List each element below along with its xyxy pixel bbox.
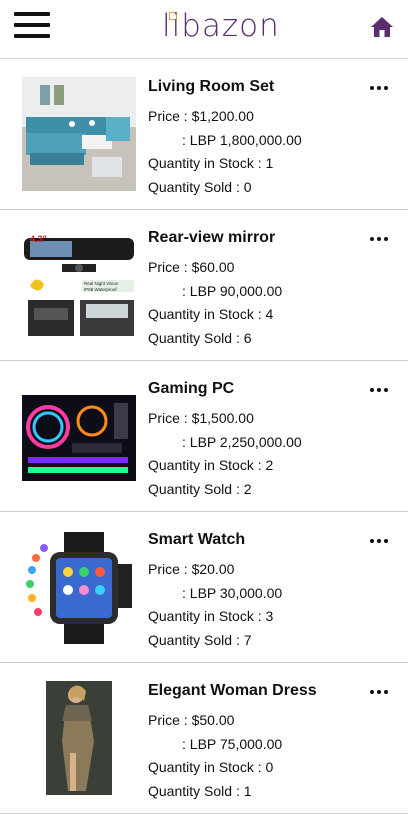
lbp-label: : LBP xyxy=(182,131,220,148)
stock-row: Quantity in Stock : 4 xyxy=(148,303,368,327)
sold-row: Quantity Sold : 7 xyxy=(148,629,368,653)
product-name: Rear-view mirror xyxy=(148,229,276,246)
product-image-gaming-pc[interactable] xyxy=(22,379,136,493)
price-label: Price : xyxy=(148,712,192,728)
more-options-icon[interactable] xyxy=(370,530,392,543)
product-card[interactable]: Smart Watch Price : $20.00 : LBP 30,000.… xyxy=(0,512,408,663)
sold-row: Quantity Sold : 0 xyxy=(148,176,368,200)
product-card[interactable]: Elegant Woman Dress Price : $50.00 : LBP… xyxy=(0,663,408,814)
stock-label: Quantity in Stock : xyxy=(148,306,266,322)
sold-row: Quantity Sold : 2 xyxy=(148,478,368,502)
sold-label: Quantity Sold : xyxy=(148,178,244,195)
price-usd: $50.00 xyxy=(191,712,235,728)
sold-label: Quantity Sold : xyxy=(148,631,244,648)
product-name: Smart Watch xyxy=(148,531,246,548)
price-usd: $1,500.00 xyxy=(191,410,254,426)
stock-value: 2 xyxy=(265,457,274,473)
more-options-icon[interactable] xyxy=(370,681,392,694)
price-usd: $60.00 xyxy=(191,259,235,275)
price-lbp-row: : LBP 30,000.00 xyxy=(148,582,368,606)
product-card[interactable]: 4.3" Real Night Vision IP68 Waterproof R… xyxy=(0,210,408,361)
price-row: Price : $50.00 xyxy=(148,709,368,733)
price-lbp: 30,000.00 xyxy=(219,584,283,601)
lbp-label: : LBP xyxy=(182,282,220,299)
sold-row: Quantity Sold : 6 xyxy=(148,327,368,351)
stock-row: Quantity in Stock : 1 xyxy=(148,152,368,176)
stock-value: 3 xyxy=(265,608,274,624)
stock-label: Quantity in Stock : xyxy=(148,759,266,775)
stock-value: 4 xyxy=(265,306,274,322)
price-lbp-row: : LBP 2,250,000.00 xyxy=(148,431,368,455)
sold-row: Quantity Sold : 1 xyxy=(148,780,368,804)
product-name: Elegant Woman Dress xyxy=(148,682,317,699)
sold-label: Quantity Sold : xyxy=(148,480,244,497)
sold-value: 0 xyxy=(243,178,252,195)
more-options-icon[interactable] xyxy=(370,228,392,241)
stock-label: Quantity in Stock : xyxy=(148,608,266,624)
price-row: Price : $60.00 xyxy=(148,256,368,280)
price-lbp: 90,000.00 xyxy=(219,282,283,299)
product-image-smart-watch[interactable] xyxy=(22,530,136,644)
stock-row: Quantity in Stock : 0 xyxy=(148,756,368,780)
sold-value: 7 xyxy=(243,631,252,648)
product-image-elegant-woman-dress[interactable] xyxy=(22,681,136,795)
lbp-label: : LBP xyxy=(182,584,220,601)
product-name: Gaming PC xyxy=(148,380,235,397)
hamburger-icon[interactable] xyxy=(14,12,50,46)
sold-label: Quantity Sold : xyxy=(148,782,244,799)
price-label: Price : xyxy=(148,108,192,124)
product-image-rear-view-mirror[interactable]: 4.3" Real Night Vision IP68 Waterproof xyxy=(22,228,136,342)
stock-row: Quantity in Stock : 3 xyxy=(148,605,368,629)
product-name: Living Room Set xyxy=(148,78,275,95)
product-image-living-room-set[interactable] xyxy=(22,77,136,191)
price-row: Price : $20.00 xyxy=(148,558,368,582)
stock-label: Quantity in Stock : xyxy=(148,155,266,171)
product-card[interactable]: Gaming PC Price : $1,500.00 : LBP 2,250,… xyxy=(0,361,408,512)
price-lbp: 2,250,000.00 xyxy=(219,433,302,450)
price-row: Price : $1,500.00 xyxy=(148,407,368,431)
price-label: Price : xyxy=(148,561,192,577)
price-row: Price : $1,200.00 xyxy=(148,105,368,129)
home-icon[interactable] xyxy=(370,16,394,38)
lbp-label: : LBP xyxy=(182,735,220,752)
mirror-size-text: 4.3" xyxy=(30,234,47,244)
product-list: Living Room Set Price : $1,200.00 : LBP … xyxy=(0,59,408,814)
night-vision-text: Real Night Vision xyxy=(84,281,119,286)
sold-value: 2 xyxy=(243,480,252,497)
price-lbp-row: : LBP 1,800,000.00 xyxy=(148,129,368,153)
sold-value: 1 xyxy=(243,782,252,799)
lbp-label: : LBP xyxy=(182,433,220,450)
app-bar: libazon xyxy=(0,0,408,59)
price-usd: $20.00 xyxy=(191,561,235,577)
price-lbp-row: : LBP 75,000.00 xyxy=(148,733,368,757)
sold-label: Quantity Sold : xyxy=(148,329,244,346)
price-usd: $1,200.00 xyxy=(191,108,254,124)
stock-label: Quantity in Stock : xyxy=(148,457,266,473)
stock-value: 0 xyxy=(265,759,274,775)
product-card[interactable]: Living Room Set Price : $1,200.00 : LBP … xyxy=(0,59,408,210)
app-logo[interactable]: libazon xyxy=(162,8,280,44)
more-options-icon[interactable] xyxy=(370,379,392,392)
price-lbp: 75,000.00 xyxy=(219,735,283,752)
stock-row: Quantity in Stock : 2 xyxy=(148,454,368,478)
sold-value: 6 xyxy=(243,329,252,346)
price-lbp-row: : LBP 90,000.00 xyxy=(148,280,368,304)
stock-value: 1 xyxy=(265,155,274,171)
price-label: Price : xyxy=(148,410,192,426)
price-label: Price : xyxy=(148,259,192,275)
price-lbp: 1,800,000.00 xyxy=(219,131,302,148)
waterproof-text: IP68 Waterproof xyxy=(84,287,117,292)
more-options-icon[interactable] xyxy=(370,77,392,90)
